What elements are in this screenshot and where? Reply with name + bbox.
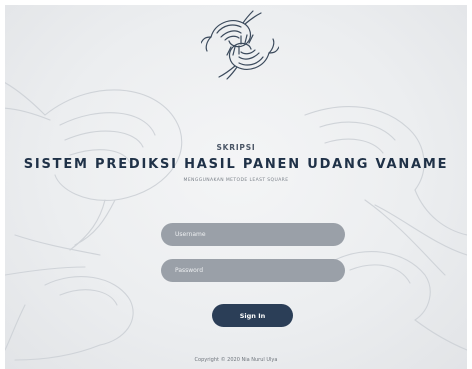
sign-in-button[interactable]: Sign In — [212, 304, 293, 327]
page-title: SISTEM PREDIKSI HASIL PANEN UDANG VANAME — [23, 157, 449, 172]
copyright-footer: Copyright © 2020 Nia Nurul Ulya — [194, 357, 278, 363]
username-input[interactable] — [161, 223, 345, 246]
page-kicker: SKRIPSI — [216, 143, 256, 152]
page-subtitle: MENGGUNAKAN METODE LEAST SQUARE — [183, 178, 289, 183]
password-input[interactable] — [161, 259, 345, 282]
shrimp-icon — [201, 10, 279, 80]
